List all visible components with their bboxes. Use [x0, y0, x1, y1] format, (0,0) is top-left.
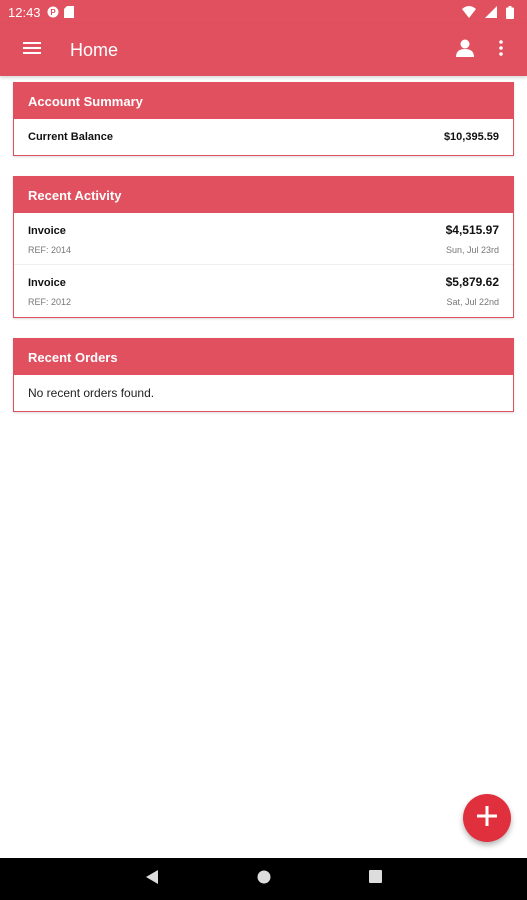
activity-date: Sun, Jul 23rd — [445, 244, 499, 255]
sd-card-icon — [63, 6, 74, 18]
add-fab-button[interactable] — [463, 794, 511, 842]
recent-orders-empty-text: No recent orders found. — [28, 386, 155, 400]
app-bar: Home — [0, 24, 527, 76]
activity-item[interactable]: Invoice $4,515.97 REF: 2014 Sun, Jul 23r… — [14, 213, 513, 265]
more-vertical-icon — [499, 39, 503, 61]
square-recents-icon — [369, 870, 382, 888]
account-summary-header: Account Summary — [14, 83, 513, 119]
page-title: Home — [70, 39, 119, 60]
activity-ref: REF: 2012 — [28, 297, 72, 307]
circle-home-icon — [257, 870, 271, 889]
activity-date: Sat, Jul 22nd — [446, 297, 499, 307]
profile-button[interactable] — [447, 24, 483, 76]
nav-recents-button[interactable] — [360, 863, 392, 895]
recent-activity-card: Recent Activity Invoice $4,515.97 REF: 2… — [13, 176, 514, 318]
recent-orders-header: Recent Orders — [14, 339, 513, 375]
current-balance-label: Current Balance — [28, 131, 113, 143]
triangle-back-icon — [145, 869, 159, 890]
menu-button[interactable] — [0, 24, 64, 76]
notification-p-icon: P — [47, 6, 59, 18]
nav-back-button[interactable] — [136, 863, 168, 895]
recent-activity-header: Recent Activity — [14, 177, 513, 213]
activity-amount: $4,515.97 — [445, 222, 499, 237]
activity-amount: $5,879.62 — [445, 275, 499, 289]
person-icon — [455, 38, 475, 63]
main-content: Account Summary Current Balance $10,395.… — [0, 82, 527, 432]
account-summary-card: Account Summary Current Balance $10,395.… — [13, 82, 514, 156]
activity-ref: REF: 2014 — [28, 244, 72, 255]
recent-orders-card: Recent Orders No recent orders found. — [13, 338, 514, 412]
plus-icon — [475, 804, 499, 833]
overflow-menu-button[interactable] — [483, 24, 519, 76]
nav-home-button[interactable] — [248, 863, 280, 895]
svg-text:P: P — [50, 8, 56, 17]
activity-item[interactable]: Invoice $5,879.62 REF: 2012 Sat, Jul 22n… — [14, 265, 513, 317]
status-time: 12:43 — [8, 4, 41, 20]
current-balance-value: $10,395.59 — [443, 131, 499, 143]
activity-title: Invoice — [28, 224, 66, 237]
cell-signal-icon — [485, 6, 497, 18]
hamburger-menu-icon — [23, 41, 41, 60]
battery-icon — [506, 5, 514, 19]
system-nav-bar — [0, 858, 527, 900]
current-balance-row: Current Balance $10,395.59 — [14, 119, 513, 155]
wifi-icon — [462, 6, 476, 18]
activity-title: Invoice — [28, 277, 66, 289]
status-bar: 12:43 P — [0, 0, 527, 24]
